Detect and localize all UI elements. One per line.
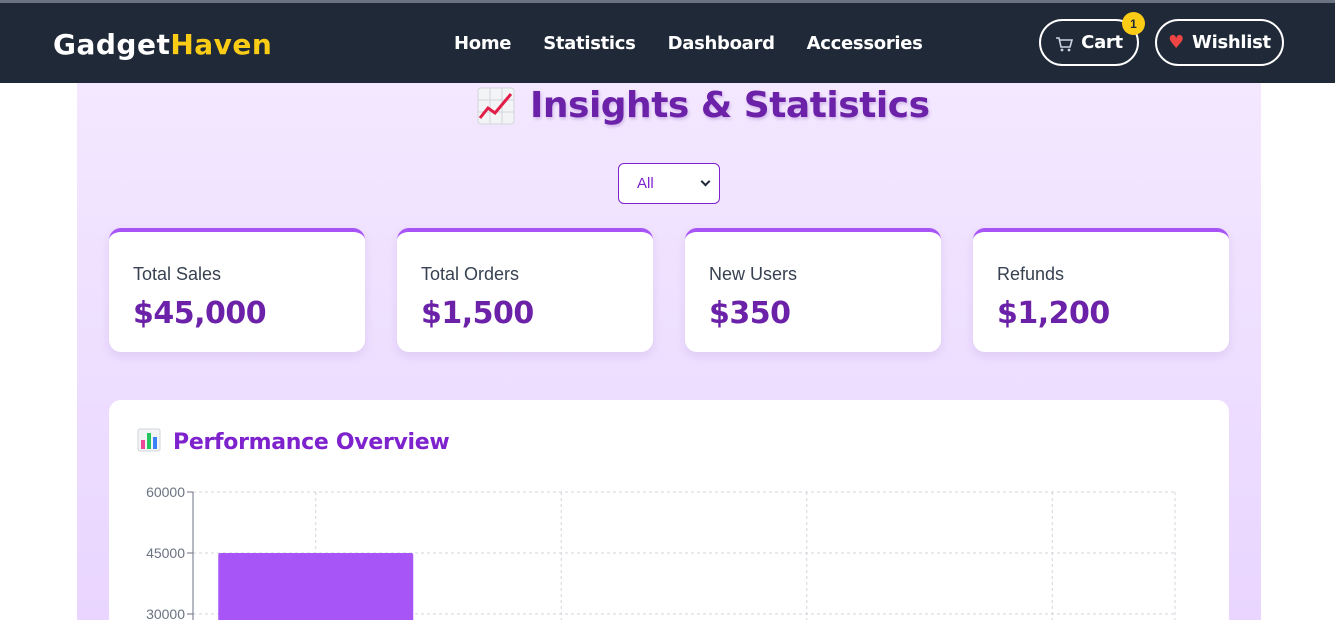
nav-link-statistics[interactable]: Statistics [543,33,636,54]
stat-card-total-orders: Total Orders $1,500 [397,228,653,352]
stat-card-total-sales: Total Sales $45,000 [109,228,365,352]
cart-label: Cart [1081,32,1123,53]
y-tick-label: 30000 [146,606,185,620]
wishlist-button[interactable]: ♥ Wishlist [1155,19,1284,66]
nav-link-accessories[interactable]: Accessories [807,33,923,54]
brand-name-part2: Haven [170,28,273,61]
y-tick-label: 45000 [146,545,185,561]
stat-label: New Users [709,264,798,284]
chevron-down-icon [700,176,711,187]
stat-card-new-users: New Users $350 [685,228,941,352]
stat-label: Refunds [997,264,1065,284]
stat-value: $1,500 [421,296,534,331]
chart-bar [218,553,414,620]
brand-name-part1: Gadget [53,28,171,61]
cart-count-badge: 1 [1122,12,1145,35]
brand-logo[interactable]: GadgetHaven [53,28,272,61]
stat-value: $1,200 [997,296,1110,331]
stat-card-refunds: Refunds $1,200 [973,228,1229,352]
category-filter-select[interactable]: All [618,163,720,204]
stat-value: $350 [709,296,791,331]
filter-selected-value: All [637,175,654,192]
nav-link-dashboard[interactable]: Dashboard [668,33,775,54]
page-title: Insights & Statistics [476,85,930,126]
wishlist-label: Wishlist [1192,32,1271,53]
nav-links: Home Statistics Dashboard Accessories [454,33,923,54]
y-tick-label: 60000 [146,484,185,500]
page-title-text: Insights & Statistics [530,85,930,126]
chart-increasing-icon [476,86,516,126]
heart-icon: ♥ [1168,31,1185,53]
stat-label: Total Sales [133,264,222,284]
performance-bar-chart: 60000 45000 30000 [146,484,1176,620]
nav-link-home[interactable]: Home [454,33,512,54]
performance-chart-card: Performance Overview 60000 45000 30000 [109,400,1229,620]
stat-label: Total Orders [421,264,520,284]
stat-value: $45,000 [133,296,267,331]
cart-icon [1055,36,1074,51]
